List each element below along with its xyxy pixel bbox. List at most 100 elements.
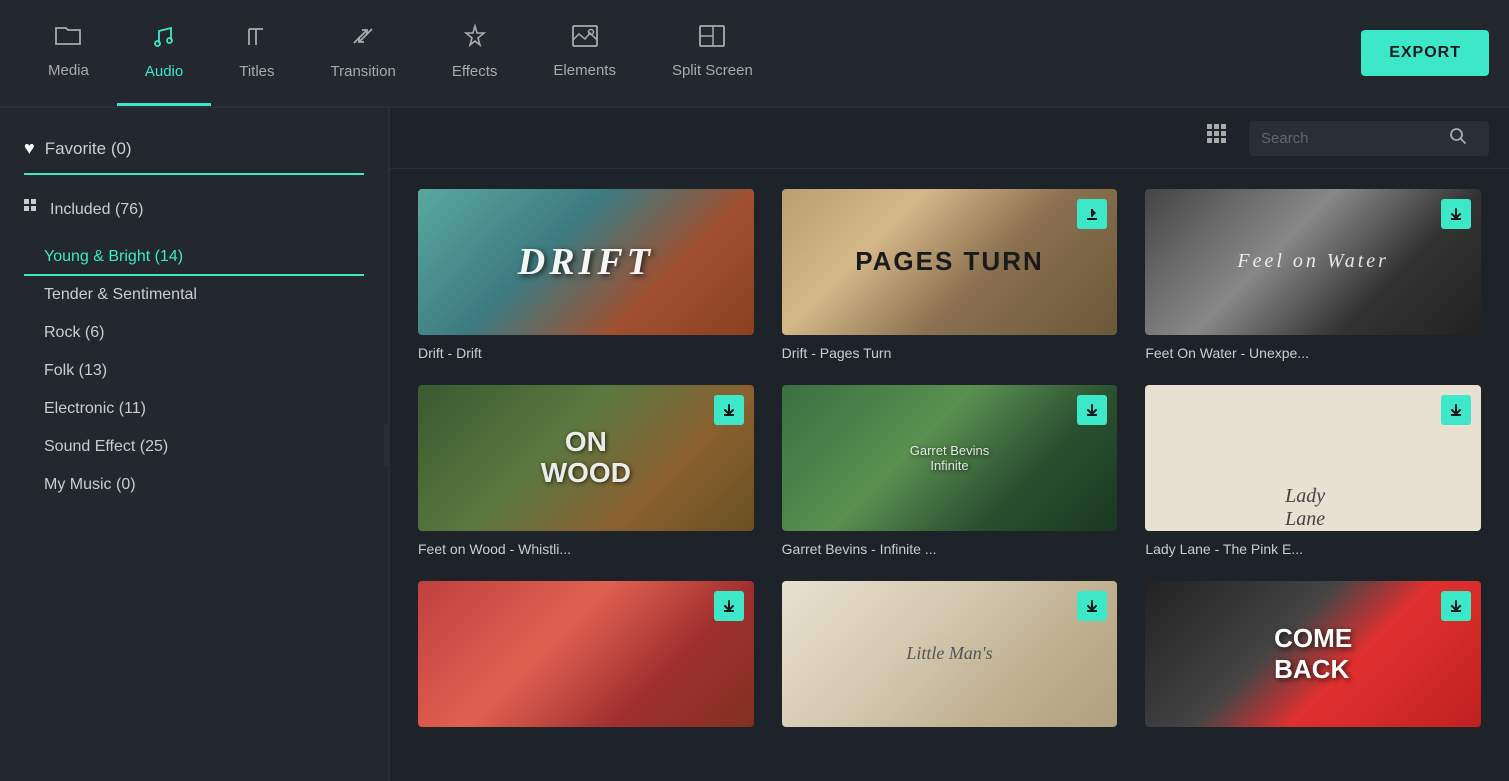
- sidebar-item-my-music[interactable]: My Music (0): [24, 466, 364, 504]
- download-badge-6[interactable]: [1441, 395, 1471, 425]
- thumb-overlay-5: Garret BevinsInfinite: [782, 385, 1118, 531]
- sidebar-section: ♥ Favorite (0) Included (76) Young & Bri…: [0, 128, 388, 504]
- favorite-label: Favorite (0): [45, 139, 132, 159]
- nav-label-elements: Elements: [553, 62, 616, 79]
- media-icon: [54, 24, 82, 54]
- audio-icon: [151, 23, 177, 55]
- grid-label-5: Garret Bevins - Infinite ...: [782, 541, 1118, 557]
- sidebar-item-young-bright[interactable]: Young & Bright (14): [24, 238, 364, 276]
- thumb-text-5: Garret BevinsInfinite: [910, 443, 989, 473]
- thumb-text-2: PAGES TURN: [855, 246, 1044, 277]
- thumb-overlay-8: Little Man's: [782, 581, 1118, 727]
- grid-thumb-2: PAGES TURN: [782, 189, 1118, 335]
- search-input[interactable]: [1261, 130, 1441, 147]
- grid-item-feet-water[interactable]: Feel on Water Feet On Water - Unexpe...: [1145, 189, 1481, 361]
- sidebar-item-electronic[interactable]: Electronic (11): [24, 390, 364, 428]
- download-badge-4[interactable]: [714, 395, 744, 425]
- grid-item-8[interactable]: Little Man's: [782, 581, 1118, 737]
- grid-item-9[interactable]: COMEBACK: [1145, 581, 1481, 737]
- thumb-text-8: Little Man's: [906, 643, 992, 664]
- top-nav: Media Audio Titles: [0, 0, 1509, 108]
- heart-icon: ♥: [24, 138, 35, 159]
- titles-icon: [245, 23, 269, 55]
- grid-label-3: Feet On Water - Unexpe...: [1145, 345, 1481, 361]
- grid-label-2: Drift - Pages Turn: [782, 345, 1118, 361]
- sidebar-favorite[interactable]: ♥ Favorite (0): [24, 128, 364, 175]
- sidebar-item-my-music-label: My Music (0): [44, 476, 136, 493]
- elements-icon: [571, 24, 599, 54]
- sidebar-item-sound-effect[interactable]: Sound Effect (25): [24, 428, 364, 466]
- download-badge-5[interactable]: [1077, 395, 1107, 425]
- nav-item-titles[interactable]: Titles: [211, 0, 302, 106]
- thumb-overlay-3: Feel on Water: [1145, 189, 1481, 335]
- thumb-text-4: ONWOOD: [541, 427, 631, 489]
- nav-label-media: Media: [48, 62, 89, 79]
- download-badge-7[interactable]: [714, 591, 744, 621]
- nav-item-audio[interactable]: Audio: [117, 0, 211, 106]
- download-badge-2[interactable]: [1077, 199, 1107, 229]
- download-badge-9[interactable]: [1441, 591, 1471, 621]
- content-area: DRIFT Drift - Drift PAGES TURN Drift - P…: [390, 108, 1509, 781]
- thumb-text-9: COMEBACK: [1274, 623, 1352, 685]
- thumb-overlay-6: LadyLane: [1145, 385, 1481, 531]
- content-toolbar: [390, 108, 1509, 169]
- nav-label-audio: Audio: [145, 63, 183, 80]
- nav-label-titles: Titles: [239, 63, 274, 80]
- content-grid: DRIFT Drift - Drift PAGES TURN Drift - P…: [390, 169, 1509, 781]
- grid-item-lady-lane[interactable]: LadyLane Lady Lane - The Pink E...: [1145, 385, 1481, 557]
- thumb-text-6: LadyLane: [1285, 485, 1325, 531]
- sidebar-item-folk[interactable]: Folk (13): [24, 352, 364, 390]
- sidebar-item-sound-effect-label: Sound Effect (25): [44, 438, 168, 455]
- sidebar-item-tender[interactable]: Tender & Sentimental: [24, 276, 364, 314]
- grid-thumb-3: Feel on Water: [1145, 189, 1481, 335]
- nav-label-effects: Effects: [452, 63, 498, 80]
- grid-thumb-6: LadyLane: [1145, 385, 1481, 531]
- thumb-overlay-1: DRIFT: [418, 189, 754, 335]
- thumb-overlay-4: ONWOOD: [418, 385, 754, 531]
- transition-icon: [349, 23, 377, 55]
- effects-icon: [461, 23, 489, 55]
- grid-thumb-4: ONWOOD: [418, 385, 754, 531]
- search-icon[interactable]: [1449, 127, 1467, 150]
- grid-dots-icon: [24, 199, 40, 220]
- grid-item-garret[interactable]: Garret BevinsInfinite Garret Bevins - In…: [782, 385, 1118, 557]
- thumb-text-1: DRIFT: [518, 240, 654, 284]
- sidebar-item-rock[interactable]: Rock (6): [24, 314, 364, 352]
- sidebar-item-young-bright-label: Young & Bright (14): [44, 248, 183, 265]
- grid-thumb-9: COMEBACK: [1145, 581, 1481, 727]
- download-badge-3[interactable]: [1441, 199, 1471, 229]
- sidebar-item-rock-label: Rock (6): [44, 324, 104, 341]
- nav-item-effects[interactable]: Effects: [424, 0, 526, 106]
- grid-thumb-8: Little Man's: [782, 581, 1118, 727]
- nav-item-split-screen[interactable]: Split Screen: [644, 0, 781, 106]
- main-layout: ♥ Favorite (0) Included (76) Young & Bri…: [0, 108, 1509, 781]
- sidebar-item-folk-label: Folk (13): [44, 362, 107, 379]
- sidebar-included-header[interactable]: Included (76): [24, 199, 364, 220]
- sidebar-item-electronic-label: Electronic (11): [44, 400, 146, 417]
- grid-item-drift-pages[interactable]: PAGES TURN Drift - Pages Turn: [782, 189, 1118, 361]
- sidebar-collapse-button[interactable]: ◀: [384, 424, 390, 466]
- split-screen-icon: [698, 24, 726, 54]
- nav-item-transition[interactable]: Transition: [303, 0, 424, 106]
- grid-item-feet-wood[interactable]: ONWOOD Feet on Wood - Whistli...: [418, 385, 754, 557]
- nav-item-elements[interactable]: Elements: [525, 0, 644, 106]
- sidebar-item-tender-label: Tender & Sentimental: [44, 286, 197, 303]
- grid-label-6: Lady Lane - The Pink E...: [1145, 541, 1481, 557]
- export-button[interactable]: EXPORT: [1361, 30, 1489, 76]
- grid-item-drift-drift[interactable]: DRIFT Drift - Drift: [418, 189, 754, 361]
- grid-thumb-5: Garret BevinsInfinite: [782, 385, 1118, 531]
- download-badge-8[interactable]: [1077, 591, 1107, 621]
- nav-label-split-screen: Split Screen: [672, 62, 753, 79]
- grid-thumb-7: [418, 581, 754, 727]
- included-label: Included (76): [50, 201, 143, 219]
- grid-item-7[interactable]: [418, 581, 754, 737]
- sidebar: ♥ Favorite (0) Included (76) Young & Bri…: [0, 108, 390, 781]
- grid-view-button[interactable]: [1199, 120, 1237, 156]
- grid-thumb-1: DRIFT: [418, 189, 754, 335]
- thumb-overlay-2: PAGES TURN: [782, 189, 1118, 335]
- search-box: [1249, 121, 1489, 156]
- grid-label-1: Drift - Drift: [418, 345, 754, 361]
- grid-label-4: Feet on Wood - Whistli...: [418, 541, 754, 557]
- thumb-text-3: Feel on Water: [1237, 250, 1389, 273]
- nav-item-media[interactable]: Media: [20, 0, 117, 106]
